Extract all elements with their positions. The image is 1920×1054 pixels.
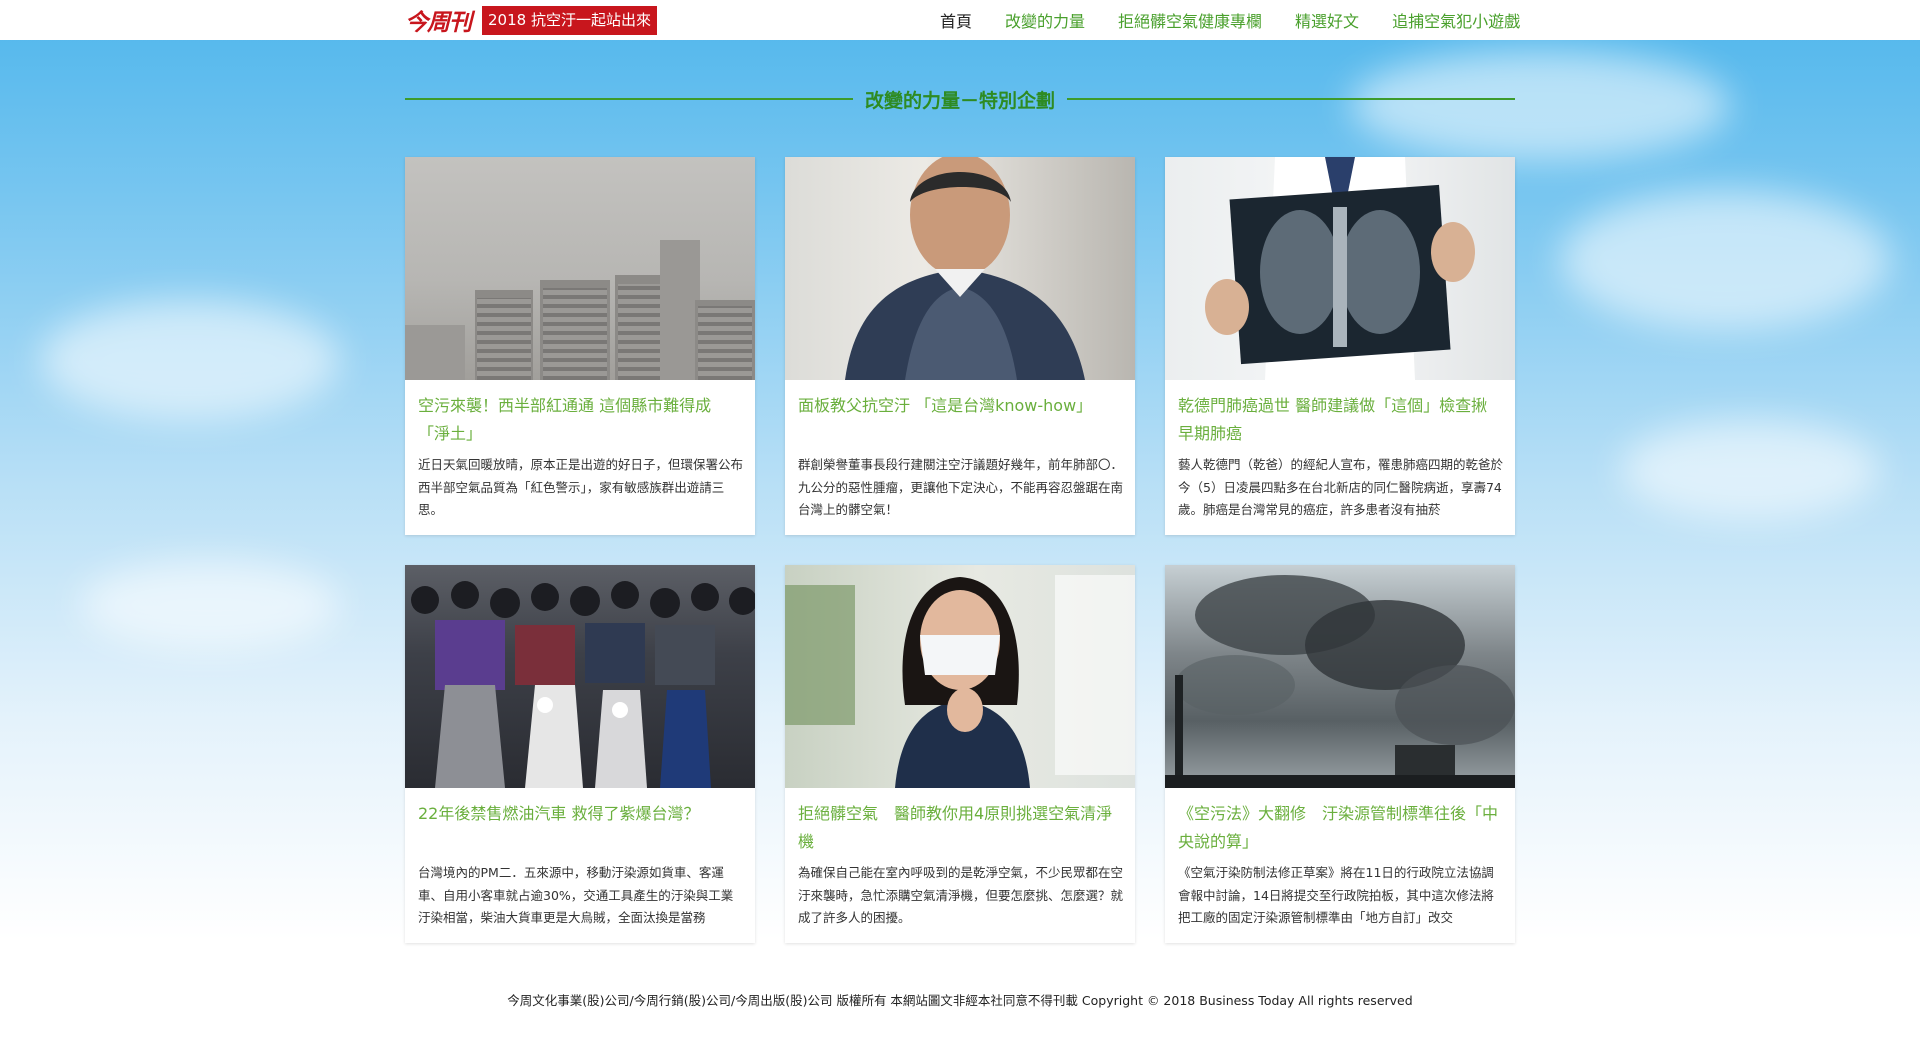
article-title[interactable]: 面板教父抗空汙 「這是台灣know-how」 (798, 392, 1123, 448)
article-summary: 群創榮譽董事長段行建關注空汙議題好幾年，前年肺部〇．九公分的惡性腫瘤，更讓他下定… (798, 457, 1123, 517)
nav-item-featured[interactable]: 精選好文 (1295, 8, 1359, 32)
portrait-illustration (845, 157, 1085, 380)
logo-mark: 今周刊 (405, 9, 472, 36)
article-summary: 近日天氣回暖放晴，原本正是出遊的好日子，但環保署公布西半部空氣品質為「紅色警示」… (418, 457, 743, 517)
brand-logo[interactable]: 今周刊 (405, 6, 472, 36)
article-title[interactable]: 22年後禁售燃油汽車 救得了紫爆台灣？ (418, 800, 743, 856)
article-card[interactable]: 空污來襲！西半部紅通通 這個縣市難得成「淨土」 近日天氣回暖放晴，原本正是出遊的… (405, 157, 755, 535)
chest-xray-image[interactable] (1165, 157, 1515, 380)
article-card[interactable]: 22年後禁售燃油汽車 救得了紫爆台灣？ 台灣境內的PM二．五來源中，移動汙染源如… (405, 565, 755, 943)
cloud-decoration (40, 300, 340, 420)
article-summary: 藝人乾德門（乾爸）的經紀人宣布，罹患肺癌四期的乾爸於今（5）日凌晨四點多在台北新… (1178, 457, 1503, 517)
article-card[interactable]: 乾德門肺癌過世 醫師建議做「這個」檢查揪早期肺癌 藝人乾德門（乾爸）的經紀人宣布… (1165, 157, 1515, 535)
scooter-illustration (411, 581, 755, 788)
heading-rule-left (405, 98, 853, 100)
footer-copyright: 今周文化事業(股)公司/今周行銷(股)公司/今周出版(股)公司 版權所有 本網站… (507, 993, 1413, 1008)
mask-illustration (785, 575, 1135, 788)
factory-smoke-image[interactable] (1165, 565, 1515, 788)
article-summary: 台灣境內的PM二．五來源中，移動汙染源如貨車、客運車、自用小客車就占逾30%，交… (418, 865, 734, 925)
nav-item-game[interactable]: 追捕空氣犯小遊戲 (1392, 8, 1520, 32)
nav-item-power-of-change[interactable]: 改變的力量 (1005, 8, 1085, 32)
article-title[interactable]: 《空污法》大翻修 汙染源管制標準往後「中央說的算」 (1178, 800, 1503, 856)
article-card[interactable]: 拒絕髒空氣 醫師教你用4原則挑選空氣清淨機 為確保自己能在室內呼吸到的是乾淨空氣… (785, 565, 1135, 943)
smog-city-image[interactable] (405, 157, 755, 380)
cloud-decoration (1560, 190, 1890, 330)
nav-item-home[interactable]: 首頁 (940, 8, 972, 32)
article-summary: 《空氣汙染防制法修正草案》將在11日的行政院立法協調會報中討論，14日將提交至行… (1178, 865, 1494, 925)
xray-illustration (1205, 157, 1475, 380)
campaign-badge[interactable]: 2018 抗空汙一起站出來 (482, 6, 657, 35)
article-card[interactable]: 《空污法》大翻修 汙染源管制標準往後「中央說的算」 《空氣汙染防制法修正草案》將… (1165, 565, 1515, 943)
heading-rule-right (1067, 98, 1516, 100)
article-card[interactable]: 面板教父抗空汙 「這是台灣know-how」 群創榮譽董事長段行建關注空汙議題好… (785, 157, 1135, 535)
mask-woman-image[interactable] (785, 565, 1135, 788)
article-title[interactable]: 空污來襲！西半部紅通通 這個縣市難得成「淨土」 (418, 392, 743, 448)
section-title: 改變的力量－特別企劃 (865, 89, 1056, 112)
cloud-decoration (1620, 420, 1880, 520)
top-bar: 今周刊 2018 抗空汙一起站出來 首頁 改變的力量 拒絕髒空氣健康專欄 精選好… (0, 0, 1920, 40)
smoke-illustration (1165, 575, 1515, 788)
section-heading: 改變的力量－特別企劃 (405, 86, 1516, 112)
nav-item-health-column[interactable]: 拒絕髒空氣健康專欄 (1118, 8, 1262, 32)
article-title[interactable]: 乾德門肺癌過世 醫師建議做「這個」檢查揪早期肺癌 (1178, 392, 1503, 448)
portrait-man-image[interactable] (785, 157, 1135, 380)
scooter-traffic-image[interactable] (405, 565, 755, 788)
article-title[interactable]: 拒絕髒空氣 醫師教你用4原則挑選空氣清淨機 (798, 800, 1123, 856)
article-summary: 為確保自己能在室內呼吸到的是乾淨空氣，不少民眾都在空汙來襲時，急忙添購空氣清淨機… (798, 865, 1123, 925)
main-nav: 首頁 改變的力量 拒絕髒空氣健康專欄 精選好文 追捕空氣犯小遊戲 (940, 0, 1520, 40)
cloud-decoration (80, 560, 340, 650)
